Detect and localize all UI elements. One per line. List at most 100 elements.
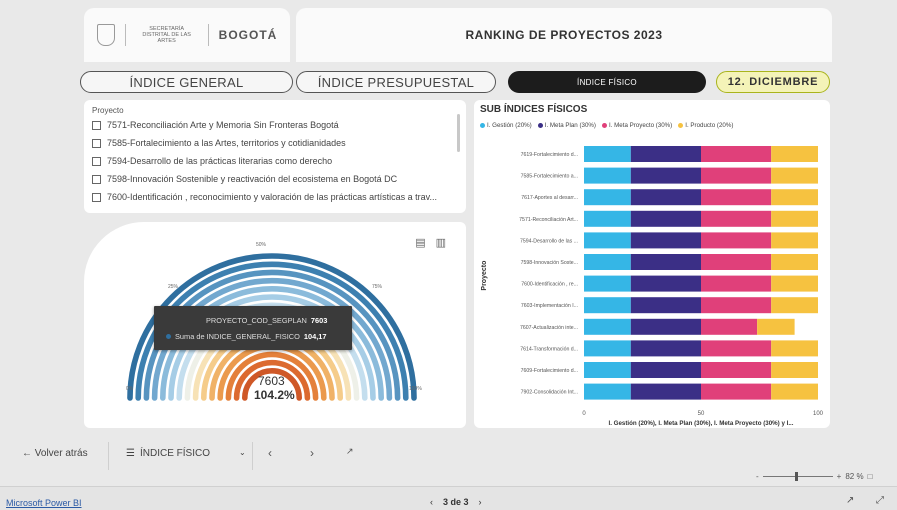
zoom-out-icon[interactable]: - — [756, 472, 759, 481]
bar-segment[interactable] — [584, 275, 631, 292]
slicer-item[interactable]: 7598-Innovación Sostenible y reactivació… — [92, 174, 397, 184]
bar-segment[interactable] — [771, 383, 818, 400]
checkbox[interactable] — [92, 138, 101, 148]
category-tick-label: 7609-Fortalecimiento d... — [521, 368, 578, 374]
bar-segment[interactable] — [701, 189, 772, 206]
slicer-scrollbar[interactable] — [457, 114, 460, 152]
bar-segment[interactable] — [701, 362, 772, 378]
page-selector[interactable]: ☰ ÍNDICE FÍSICO ⌄ — [126, 448, 246, 459]
chevron-down-icon: ⌄ — [238, 448, 246, 457]
hamburger-icon: ☰ — [126, 448, 135, 459]
bar-segment[interactable] — [630, 232, 701, 249]
bar-segment[interactable] — [701, 275, 772, 292]
slicer-item[interactable]: 7600-Identificación , reconocimiento y v… — [92, 192, 437, 202]
bar-segment[interactable] — [701, 146, 772, 162]
stacked-bar-chart[interactable]: 7619-Fortalecimiento d... 7585-Fortalecim… — [474, 100, 830, 428]
bar-segment[interactable] — [771, 167, 818, 184]
tooltip-row: Suma de INDICE_GENERAL_FISICO 104,17 — [166, 332, 326, 341]
bar-segment[interactable] — [584, 167, 631, 184]
checkbox[interactable] — [92, 120, 101, 130]
previous-page-icon[interactable]: ‹ — [268, 446, 272, 460]
slicer-header: Proyecto — [92, 106, 124, 115]
next-page-icon[interactable]: › — [479, 497, 482, 507]
zoom-in-icon[interactable]: + — [837, 472, 842, 481]
previous-page-icon[interactable]: ‹ — [430, 497, 433, 507]
x-tick-label: 100 — [813, 411, 824, 417]
tab-indice-fisico[interactable]: ÍNDICE FÍSICO — [508, 71, 706, 93]
bar-segment[interactable] — [584, 318, 631, 335]
bar-segment[interactable] — [630, 210, 701, 227]
bar-segment[interactable] — [584, 383, 631, 400]
bar-segment[interactable] — [630, 383, 701, 400]
category-tick-label: 7585-Fortalecimiento a... — [521, 174, 578, 180]
bar-segment[interactable] — [771, 362, 818, 378]
radial-label-100: 100% — [409, 386, 422, 392]
bar-segment[interactable] — [771, 254, 818, 270]
collapse-icon[interactable]: ↗ — [346, 446, 354, 457]
bar-segment[interactable] — [584, 210, 631, 227]
bar-segment[interactable] — [630, 318, 701, 335]
bar-segment[interactable] — [630, 362, 701, 378]
slicer-item[interactable]: 7571-Reconciliación Arte y Memoria Sin F… — [92, 120, 339, 130]
next-page-icon[interactable]: › — [310, 446, 314, 460]
bar-segment[interactable] — [771, 146, 818, 162]
comment-icon[interactable]: ▤ — [415, 236, 425, 249]
power-bi-link[interactable]: Microsoft Power BI — [6, 498, 82, 508]
page-title: RANKING DE PROYECTOS 2023 — [296, 8, 832, 62]
bar-segment[interactable] — [584, 189, 631, 206]
bar-segment[interactable] — [630, 340, 701, 357]
bar-segment[interactable] — [771, 232, 818, 249]
zoom-thumb[interactable] — [794, 472, 798, 481]
project-slicer: Proyecto 7571-Reconciliación Arte y Memo… — [84, 100, 466, 213]
bar-segment[interactable] — [701, 167, 772, 184]
bar-segment[interactable] — [630, 167, 701, 184]
category-tick-label: 7617-Aportes al desarr... — [521, 195, 578, 201]
tab-indice-presupuestal[interactable]: ÍNDICE PRESUPUESTAL — [296, 71, 496, 93]
bar-segment[interactable] — [701, 254, 772, 270]
bar-segment[interactable] — [771, 210, 818, 227]
slicer-item[interactable]: 7585-Fortalecimiento a las Artes, territ… — [92, 138, 346, 148]
bar-segment[interactable] — [630, 254, 701, 270]
bar-segment[interactable] — [757, 318, 795, 335]
fit-page-icon[interactable]: □ — [868, 472, 873, 481]
bar-segment[interactable] — [584, 297, 631, 314]
nav-divider — [252, 442, 253, 470]
slicer-item[interactable]: 7594-Desarrollo de las prácticas literar… — [92, 156, 332, 166]
bar-segment[interactable] — [701, 383, 772, 400]
bar-segment[interactable] — [701, 210, 772, 227]
bar-segment[interactable] — [584, 254, 631, 270]
zoom-control[interactable]: - + 82 % □ — [756, 472, 872, 481]
bar-segment[interactable] — [584, 362, 631, 378]
share-icon[interactable]: ↗ — [846, 495, 854, 506]
bar-segment[interactable] — [771, 340, 818, 357]
bar-segment[interactable] — [584, 146, 631, 162]
series-dot-icon — [166, 334, 171, 339]
zoom-slider[interactable] — [762, 472, 833, 481]
month-filter-button[interactable]: 12. DICIEMBRE — [716, 71, 830, 93]
checkbox[interactable] — [92, 174, 101, 184]
bar-segment[interactable] — [630, 275, 701, 292]
logo-panel: SECRETARÍA DISTRITAL DE LAS ARTES BOGOTÁ — [84, 8, 290, 62]
bar-segment[interactable] — [584, 232, 631, 249]
sub-indices-chart-panel: SUB ÍNDICES FÍSICOS I. Gestión (20%) I. … — [474, 100, 830, 428]
checkbox[interactable] — [92, 192, 101, 202]
back-button[interactable]: ← Volver atrás — [22, 448, 88, 459]
filter-icon[interactable]: ▥ — [436, 236, 446, 249]
bar-segment[interactable] — [701, 340, 772, 357]
bar-segment[interactable] — [630, 189, 701, 206]
bar-segment[interactable] — [630, 297, 701, 314]
fullscreen-icon[interactable]: ⤢ — [876, 495, 884, 506]
bar-segment[interactable] — [630, 146, 701, 162]
bar-segment[interactable] — [584, 340, 631, 357]
category-tick-label: 7571-Reconciliación Art... — [519, 217, 578, 223]
bar-segment[interactable] — [771, 189, 818, 206]
bar-segment[interactable] — [701, 318, 758, 335]
bar-segment[interactable] — [771, 297, 818, 314]
checkbox[interactable] — [92, 156, 101, 166]
category-tick-label: 7607-Actualización inte... — [520, 325, 578, 331]
bar-segment[interactable] — [701, 232, 772, 249]
bar-segment[interactable] — [771, 275, 818, 292]
bar-segment[interactable] — [701, 297, 772, 314]
tab-indice-general[interactable]: ÍNDICE GENERAL — [80, 71, 293, 93]
city-crest-icon — [96, 24, 115, 46]
